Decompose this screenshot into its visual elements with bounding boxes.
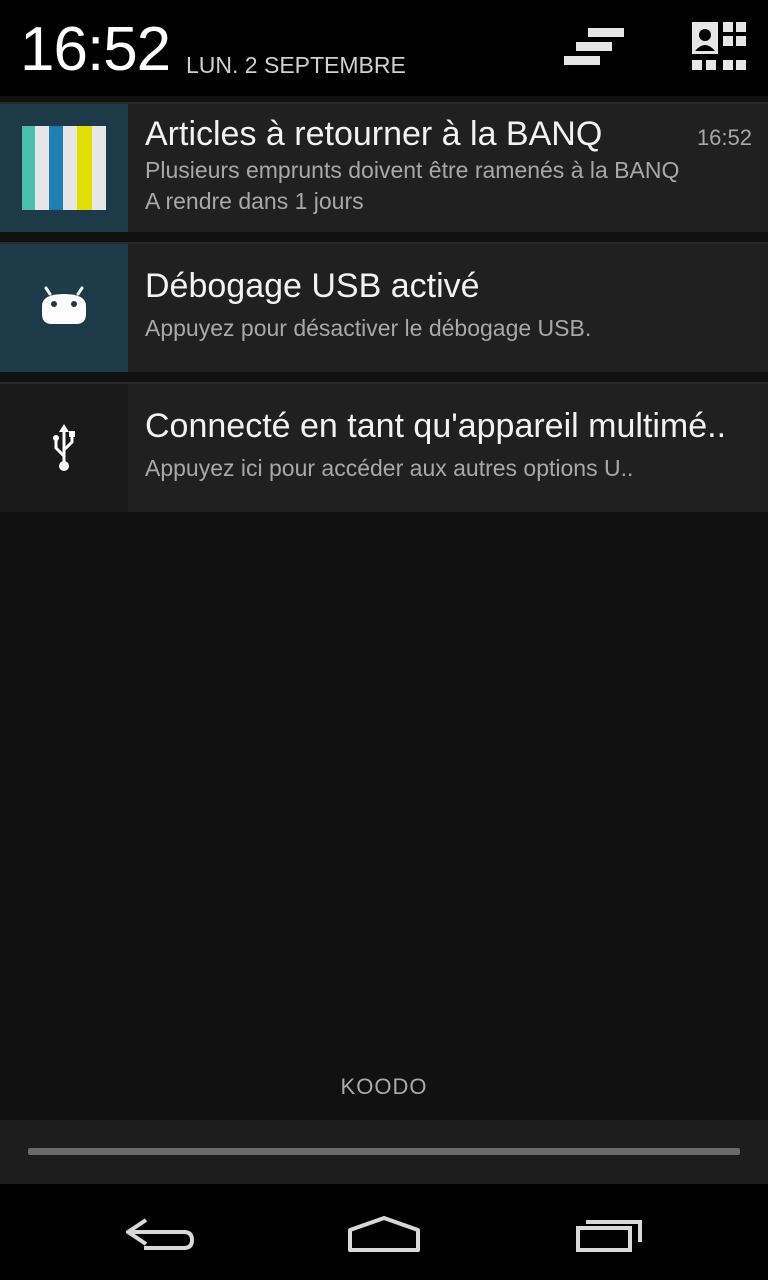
notification-time: 16:52 xyxy=(696,125,752,150)
quick-settings-button[interactable] xyxy=(688,20,748,76)
notification-banq[interactable]: Articles à retourner à la BANQ 16:52 Plu… xyxy=(0,102,768,232)
shade-drag-handle[interactable] xyxy=(0,1120,768,1184)
notification-subtext: A rendre dans 1 jours xyxy=(145,188,364,214)
notification-text: Appuyez ici pour accéder aux autres opti… xyxy=(145,455,634,481)
notification-title: Connecté en tant qu'appareil multimé.. xyxy=(145,407,727,445)
notification-icon-box xyxy=(0,244,128,372)
carrier-label: KOODO xyxy=(340,1074,428,1099)
notification-text: Plusieurs emprunts doivent être ramenés … xyxy=(145,157,680,183)
shade-header: 16:52 LUN. 2 SEPTEMBRE xyxy=(0,0,768,96)
notification-usb-media[interactable]: Connecté en tant qu'appareil multimé.. A… xyxy=(0,382,768,512)
back-icon xyxy=(126,1218,195,1250)
back-button[interactable] xyxy=(100,1198,220,1266)
navigation-bar xyxy=(0,1184,768,1280)
quick-settings-icon xyxy=(692,22,746,70)
notification-usb-debugging[interactable]: Débogage USB activé Appuyez pour désacti… xyxy=(0,242,768,372)
usb-icon xyxy=(53,424,75,471)
home-icon xyxy=(348,1216,420,1252)
clear-all-icon xyxy=(564,28,624,65)
recent-apps-icon xyxy=(576,1220,642,1252)
notification-text: Appuyez pour désactiver le débogage USB. xyxy=(145,315,592,341)
notification-title: Débogage USB activé xyxy=(145,267,480,305)
handle-bar xyxy=(28,1148,740,1155)
notification-title: Articles à retourner à la BANQ xyxy=(145,115,603,153)
clear-all-button[interactable] xyxy=(560,20,630,76)
library-books-icon xyxy=(22,126,106,210)
android-debug-icon xyxy=(42,286,86,324)
date[interactable]: LUN. 2 SEPTEMBRE xyxy=(186,51,406,79)
notification-icon-box xyxy=(0,384,128,512)
notification-shade: 16:52 LUN. 2 SEPTEMBRE Articles à retour… xyxy=(0,0,768,1280)
recent-apps-button[interactable] xyxy=(550,1198,670,1266)
home-button[interactable] xyxy=(324,1198,444,1266)
notification-icon-box xyxy=(0,104,128,232)
clock[interactable]: 16:52 xyxy=(20,14,171,86)
